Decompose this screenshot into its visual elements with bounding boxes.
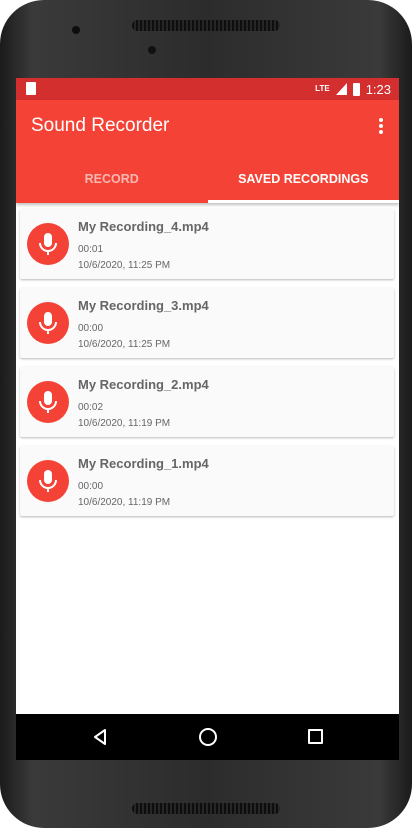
status-clock: 1:23 — [365, 81, 391, 97]
recording-name: My Recording_2.mp4 — [78, 377, 209, 392]
tab-record[interactable]: RECORD — [16, 158, 208, 203]
recording-duration: 00:00 — [78, 323, 104, 334]
recording-card[interactable]: My Recording_1.mp4 00:00 10/6/2020, 11:1… — [20, 446, 394, 516]
battery-charging-icon — [352, 82, 360, 96]
recording-date: 10/6/2020, 11:19 PM — [78, 497, 171, 508]
recording-date: 10/6/2020, 11:25 PM — [78, 260, 171, 271]
recording-duration: 00:01 — [78, 244, 104, 255]
app-title: Sound Recorder — [31, 115, 170, 136]
mic-icon — [27, 302, 69, 344]
recording-card[interactable]: My Recording_3.mp4 00:00 10/6/2020, 11:2… — [20, 288, 394, 358]
recordings-list: My Recording_4.mp4 00:01 10/6/2020, 11:2… — [20, 209, 394, 525]
status-icons: LTE 1:23 — [315, 81, 391, 97]
screen: LTE 1:23 Sound Recorder RECORD SAVED REC… — [16, 78, 399, 760]
recording-name: My Recording_4.mp4 — [78, 219, 209, 234]
top-speaker-grille — [132, 20, 280, 31]
tab-indicator — [207, 200, 399, 203]
more-vert-icon[interactable] — [371, 116, 391, 136]
recording-name: My Recording_3.mp4 — [78, 298, 209, 313]
tab-record-label: RECORD — [84, 172, 139, 186]
home-icon[interactable] — [199, 728, 217, 746]
recording-date: 10/6/2020, 11:19 PM — [78, 418, 171, 429]
recording-card[interactable]: My Recording_4.mp4 00:01 10/6/2020, 11:2… — [20, 209, 394, 279]
recording-card[interactable]: My Recording_2.mp4 00:02 10/6/2020, 11:1… — [20, 367, 394, 437]
tab-saved-recordings-label: SAVED RECORDINGS — [238, 172, 369, 186]
tab-bar: RECORD SAVED RECORDINGS — [16, 158, 399, 203]
sd-card-icon — [26, 82, 36, 95]
recording-date: 10/6/2020, 11:25 PM — [78, 339, 171, 350]
phone-frame: LTE 1:23 Sound Recorder RECORD SAVED REC… — [0, 0, 412, 828]
front-camera — [72, 26, 80, 34]
navigation-bar — [16, 714, 399, 760]
mic-icon — [27, 223, 69, 265]
lte-label: LTE — [315, 84, 330, 93]
recording-duration: 00:02 — [78, 402, 104, 413]
recents-icon[interactable] — [308, 729, 323, 744]
app-bar: Sound Recorder RECORD SAVED RECORDINGS — [16, 100, 399, 203]
status-bar: LTE 1:23 — [16, 78, 399, 100]
back-icon[interactable] — [92, 729, 108, 745]
bottom-speaker-grille — [132, 803, 280, 814]
recording-duration: 00:00 — [78, 481, 104, 492]
mic-icon — [27, 381, 69, 423]
signal-icon — [335, 83, 347, 95]
proximity-sensor — [148, 46, 156, 54]
tab-saved-recordings[interactable]: SAVED RECORDINGS — [207, 158, 399, 203]
recording-name: My Recording_1.mp4 — [78, 456, 209, 471]
mic-icon — [27, 460, 69, 502]
